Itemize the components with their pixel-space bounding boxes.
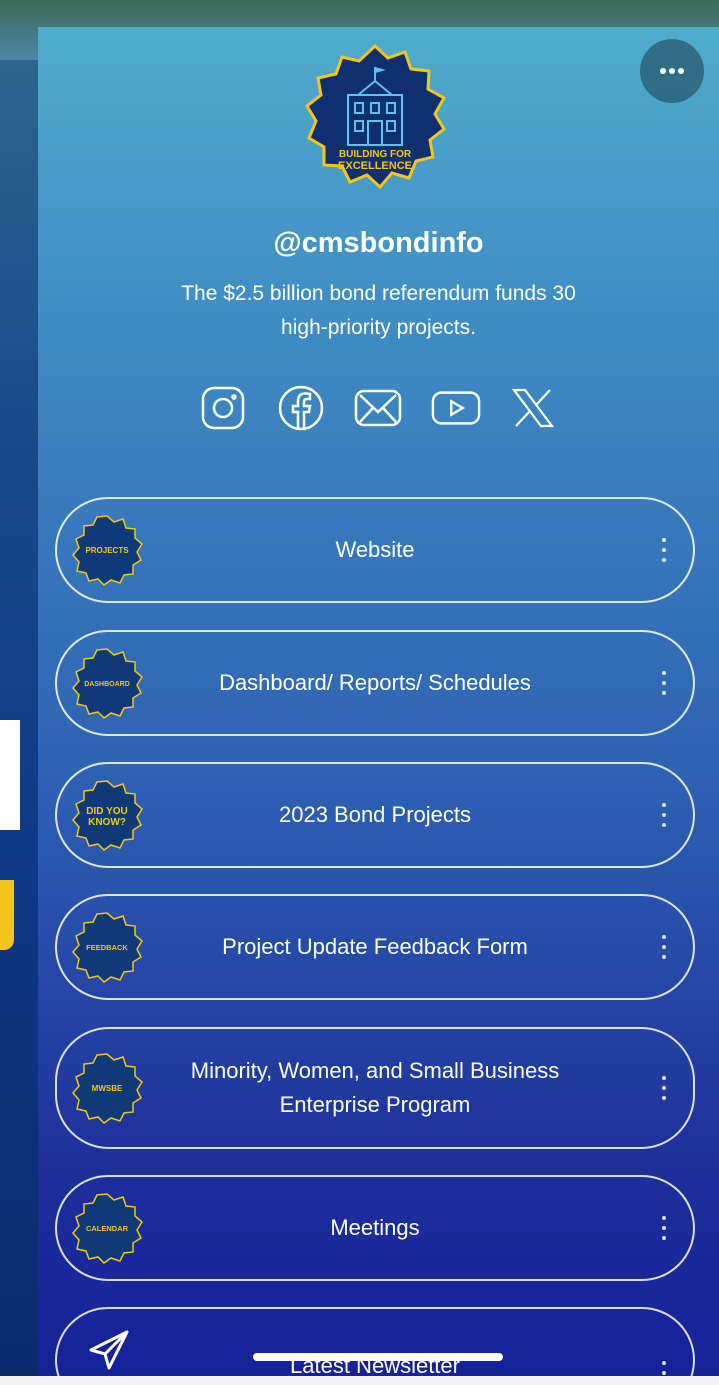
more-options-button[interactable] [640, 39, 704, 103]
ellipsis-icon [660, 68, 684, 74]
profile-bio: The $2.5 billion bond referendum funds 3… [181, 282, 576, 339]
link-2023-bond-projects[interactable]: DID YOU KNOW? 2023 Bond Projects [55, 762, 695, 868]
link-meetings[interactable]: CALENDAR Meetings [55, 1175, 695, 1281]
link-label: Project Update Feedback Form [222, 934, 528, 959]
svg-text:MWSBE: MWSBE [92, 1084, 123, 1093]
link-label: Meetings [330, 1215, 420, 1240]
link-options-icon[interactable] [661, 935, 667, 959]
building-for-excellence-logo: BUILDING FOR EXCELLENCE [305, 43, 447, 190]
link-dashboard-reports-schedules[interactable]: DASHBOARD Dashboard/ Reports/ Schedules [55, 630, 695, 736]
mwsbe-badge-icon: MWSBE [72, 1053, 143, 1124]
svg-text:FEEDBACK: FEEDBACK [86, 943, 128, 952]
logo-text-line1: BUILDING FOR [339, 149, 412, 160]
link-website[interactable]: PROJECTS Website [55, 497, 695, 603]
svg-text:DASHBOARD: DASHBOARD [84, 681, 130, 688]
logo-text-line2: EXCELLENCE [338, 160, 412, 172]
calendar-badge-icon: CALENDAR [72, 1193, 143, 1264]
email-icon[interactable] [353, 383, 403, 433]
background-letter-fragment-yellow [0, 880, 14, 950]
facebook-icon[interactable] [276, 383, 326, 433]
svg-text:KNOW?: KNOW? [88, 817, 126, 828]
youtube-icon[interactable] [431, 383, 481, 433]
background-letter-fragment [0, 720, 20, 830]
feedback-badge-icon: FEEDBACK [72, 912, 143, 983]
link-label: 2023 Bond Projects [278, 802, 472, 827]
link-options-icon[interactable] [661, 1361, 667, 1376]
social-icons-row [198, 383, 558, 433]
link-options-icon[interactable] [661, 803, 667, 827]
link-label: Minority, Women, and Small Business Ente… [190, 1058, 560, 1117]
dashboard-badge-icon: DASHBOARD [72, 648, 143, 719]
link-options-icon[interactable] [661, 1076, 667, 1100]
profile-handle: @cmsbondinfo [273, 227, 484, 259]
link-options-icon[interactable] [661, 538, 667, 562]
link-latest-newsletter[interactable]: Latest Newsletter [55, 1307, 695, 1376]
x-icon[interactable] [508, 383, 558, 433]
profile-card: BUILDING FOR EXCELLENCE @cmsbondinfo The… [38, 27, 719, 1376]
link-label: Latest Newsletter [290, 1353, 460, 1376]
svg-text:DID YOU: DID YOU [86, 806, 128, 817]
projects-badge-icon: PROJECTS [72, 515, 143, 586]
link-options-icon[interactable] [661, 1216, 667, 1240]
link-label: Website [335, 537, 415, 562]
link-mwsbe-program[interactable]: MWSBE Minority, Women, and Small Busines… [55, 1027, 695, 1149]
bottom-safe-area [0, 1376, 719, 1385]
svg-text:PROJECTS: PROJECTS [85, 546, 129, 555]
send-icon [89, 1330, 129, 1370]
link-project-update-feedback-form[interactable]: FEEDBACK Project Update Feedback Form [55, 894, 695, 1000]
link-label: Dashboard/ Reports/ Schedules [219, 670, 531, 695]
home-indicator [253, 1353, 503, 1361]
svg-text:CALENDAR: CALENDAR [86, 1224, 129, 1233]
instagram-icon[interactable] [198, 383, 248, 433]
did-you-know-badge-icon: DID YOU KNOW? [72, 780, 143, 851]
link-options-icon[interactable] [661, 671, 667, 695]
